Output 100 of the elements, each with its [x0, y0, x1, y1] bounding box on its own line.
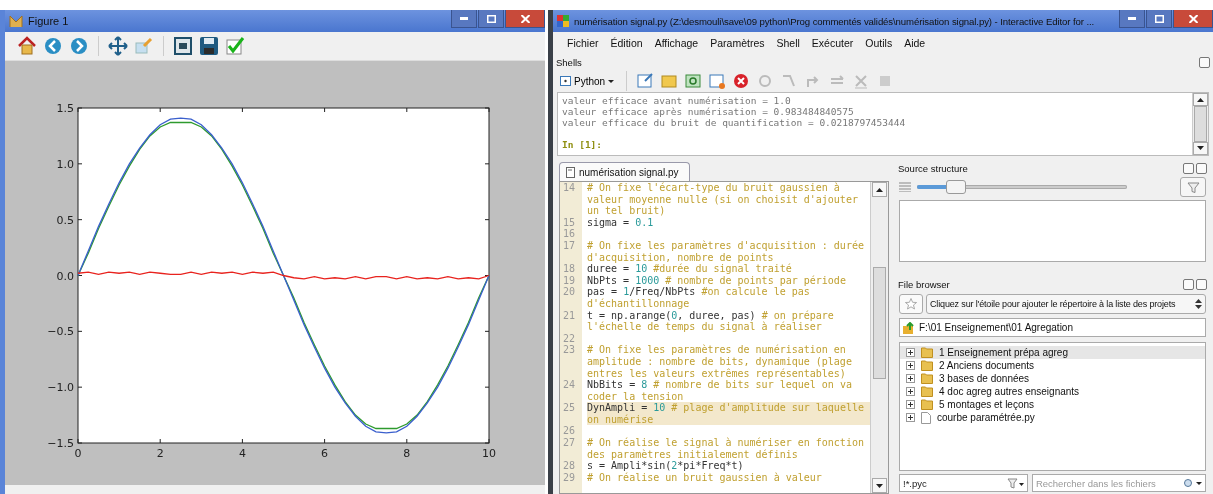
maximize-button[interactable] [1146, 10, 1172, 28]
expand-icon[interactable] [906, 348, 915, 357]
expand-icon[interactable] [906, 387, 915, 396]
new-console-icon[interactable] [636, 72, 655, 90]
folder-icon [921, 386, 933, 397]
line-number: 19 [563, 274, 576, 286]
panel-title: Source structure [898, 162, 968, 174]
home-icon[interactable] [17, 36, 37, 56]
list-icon [899, 182, 911, 192]
tick-label: 0.0 [56, 269, 74, 283]
line-number: 24 [563, 379, 576, 391]
shell-output: valeur efficace avant numérisation = 1.0 [562, 95, 792, 106]
updown-arrows-icon [1195, 299, 1202, 309]
panel-title: Shells [556, 56, 582, 68]
star-button[interactable] [899, 294, 923, 314]
folder-icon [921, 399, 933, 410]
undock-button[interactable] [1183, 278, 1194, 290]
tick-label: 10 [482, 447, 496, 460]
close-icon [520, 14, 530, 23]
shell-output: valeur efficace après numérisation = 0.983484840575 [562, 106, 855, 117]
menu-item[interactable]: Outils [859, 35, 899, 51]
path-field[interactable]: F:\01 Enseignement\01 Agregation [899, 318, 1206, 337]
expand-icon[interactable] [906, 400, 915, 409]
file-tree-item[interactable]: 4 doc agreg autres enseignants [900, 385, 1205, 398]
line-number: 26 [563, 425, 576, 437]
file-icon [921, 411, 931, 424]
refresh-icon[interactable] [684, 72, 703, 90]
checkmark-icon[interactable] [225, 36, 245, 56]
close-button[interactable] [1196, 162, 1207, 174]
scrollbar[interactable] [870, 182, 888, 493]
close-button[interactable] [1173, 10, 1213, 28]
code-line: d'acquisition, nombre de points [587, 251, 775, 263]
code-line: des paramètres initialement définis [587, 448, 799, 461]
down-arrow-icon [876, 483, 883, 488]
up-arrow-icon [876, 187, 883, 192]
file-tree-item[interactable]: 2 Anciens documents [900, 359, 1205, 372]
folder-icon [921, 373, 933, 384]
subplots-icon[interactable] [173, 36, 193, 56]
menu-item[interactable]: Shell [770, 35, 806, 51]
forward-icon[interactable] [69, 36, 89, 56]
close-button[interactable] [1196, 278, 1207, 290]
code-line: coder la tension [587, 390, 685, 403]
minimize-icon [1128, 17, 1136, 20]
file-tree-item[interactable]: 3 bases de données [900, 372, 1205, 385]
close-button[interactable] [505, 10, 545, 28]
depth-slider[interactable] [917, 180, 1127, 194]
expand-icon[interactable] [906, 413, 915, 422]
expand-icon[interactable] [906, 361, 915, 370]
menu-item[interactable]: Aide [898, 35, 932, 51]
star-icon [905, 298, 917, 310]
menu-item[interactable]: Fichier [561, 35, 605, 51]
minimize-button[interactable] [451, 10, 477, 28]
minimize-button[interactable] [1119, 10, 1145, 28]
folder-icon [921, 347, 933, 358]
menu-item[interactable]: Affichage [648, 35, 705, 51]
tick-label: 4 [238, 447, 246, 460]
code-line: t = np.arange(0, duree, pas) # on prépare [587, 309, 835, 321]
line-number: 29 [563, 471, 576, 483]
line-number: 21 [563, 309, 576, 321]
code-line: l'échelle de temps du signal à réaliser [587, 321, 823, 333]
undock-button[interactable] [1199, 56, 1210, 68]
line-number: 28 [563, 460, 576, 472]
expand-icon[interactable] [906, 374, 915, 383]
project-dropdown[interactable]: Cliquez sur l'étoile pour ajouter le répertoire à la liste des projets [926, 294, 1206, 314]
back-icon[interactable] [43, 36, 63, 56]
code-line: # On fixe les paramètres de numérisation en [587, 344, 847, 356]
line-number: 18 [563, 263, 576, 275]
menu-item[interactable]: Paramètres [704, 35, 771, 51]
file-tree-item[interactable]: 1 Enseignement prépa agreg [900, 346, 1205, 359]
code-line: duree = 10 #durée du signal traité [587, 263, 793, 275]
save-icon[interactable] [199, 36, 219, 56]
maximize-icon [486, 14, 496, 23]
app-icon [557, 15, 569, 27]
tick-label: 1.5 [56, 102, 74, 115]
app-icon [9, 14, 23, 28]
file-tree-item[interactable]: courbe paramétrée.py [900, 411, 1205, 424]
up-arrow-icon [1197, 97, 1204, 102]
code-line: un tel bruit) [587, 205, 667, 217]
code-line: NbPts = 1000 # nombre de points par période [587, 274, 847, 287]
file-tree-item[interactable]: 5 montages et leçons [900, 398, 1205, 411]
tick-label: −0.5 [47, 325, 74, 339]
scrollbar[interactable] [1192, 93, 1208, 155]
menu-item[interactable]: Exécuter [805, 35, 860, 51]
panel-title: File browser [898, 278, 950, 290]
code-line: valeur moyenne nulle (si on choisit d'ajouter [587, 193, 859, 206]
maximize-icon [1154, 14, 1164, 23]
interpreter-dropdown[interactable]: Python [557, 74, 618, 88]
tick-label: −1.0 [47, 381, 74, 395]
code-line: # On réalise un bruit gaussien à valeur [587, 471, 823, 484]
code-line: d'échantillonnage [587, 297, 691, 310]
editor-tab[interactable]: numérisation signal.py [559, 162, 690, 181]
move-icon[interactable] [108, 36, 128, 56]
window-icon[interactable] [708, 72, 727, 90]
undock-button[interactable] [1183, 162, 1194, 174]
stop-icon[interactable] [732, 72, 751, 90]
maximize-button[interactable] [478, 10, 504, 28]
line-number: 22 [563, 332, 576, 344]
menu-item[interactable]: Édition [604, 35, 649, 51]
tick-label: 0.5 [56, 213, 74, 227]
window-title: Figure 1 [28, 15, 70, 27]
